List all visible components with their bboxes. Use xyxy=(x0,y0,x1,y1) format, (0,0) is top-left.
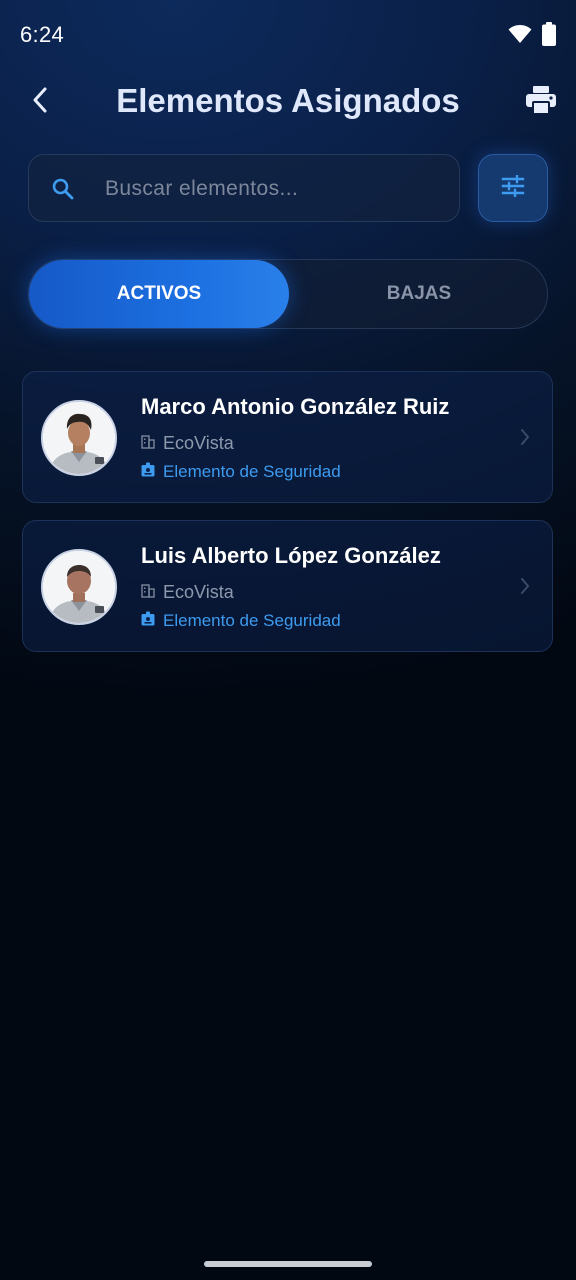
printer-icon xyxy=(526,85,556,119)
status-tabs: ACTIVOS BAJAS xyxy=(28,259,548,329)
chevron-right-icon xyxy=(518,575,532,597)
item-role-text: Elemento de Seguridad xyxy=(163,611,341,630)
wifi-icon xyxy=(508,24,532,49)
id-badge-icon xyxy=(141,462,155,482)
item-role-text: Elemento de Seguridad xyxy=(163,462,341,481)
id-badge-icon xyxy=(141,611,155,631)
item-organization: EcoVista xyxy=(141,433,234,454)
item-name: Marco Antonio González Ruiz xyxy=(141,394,450,419)
tab-bajas[interactable]: BAJAS xyxy=(289,260,549,328)
item-role: Elemento de Seguridad xyxy=(141,611,341,631)
tab-activos[interactable]: ACTIVOS xyxy=(29,260,289,328)
item-name: Luis Alberto López González xyxy=(141,543,441,568)
status-time: 6:24 xyxy=(20,22,65,47)
avatar xyxy=(41,400,117,476)
status-bar: 6:24 xyxy=(0,0,576,70)
search-box xyxy=(28,154,460,223)
item-role: Elemento de Seguridad xyxy=(141,462,341,482)
chevron-right-icon xyxy=(518,426,532,448)
tune-icon xyxy=(501,174,525,202)
item-organization-text: EcoVista xyxy=(163,582,234,602)
search-input[interactable] xyxy=(103,155,447,223)
building-icon xyxy=(141,433,155,454)
search-icon xyxy=(51,177,75,201)
building-icon xyxy=(141,582,155,603)
list-item[interactable]: Luis Alberto López González EcoVista Ele… xyxy=(22,520,553,652)
battery-icon xyxy=(542,22,556,51)
home-indicator[interactable] xyxy=(204,1261,372,1267)
item-organization: EcoVista xyxy=(141,582,234,603)
list-item[interactable]: Marco Antonio González Ruiz EcoVista Ele… xyxy=(22,371,553,503)
filter-button[interactable] xyxy=(478,154,548,222)
item-organization-text: EcoVista xyxy=(163,433,234,453)
status-icons xyxy=(508,22,556,51)
app-bar: Elementos Asignados xyxy=(0,70,576,134)
avatar xyxy=(41,549,117,625)
page-title: Elementos Asignados xyxy=(116,82,460,119)
print-button[interactable] xyxy=(524,84,558,120)
